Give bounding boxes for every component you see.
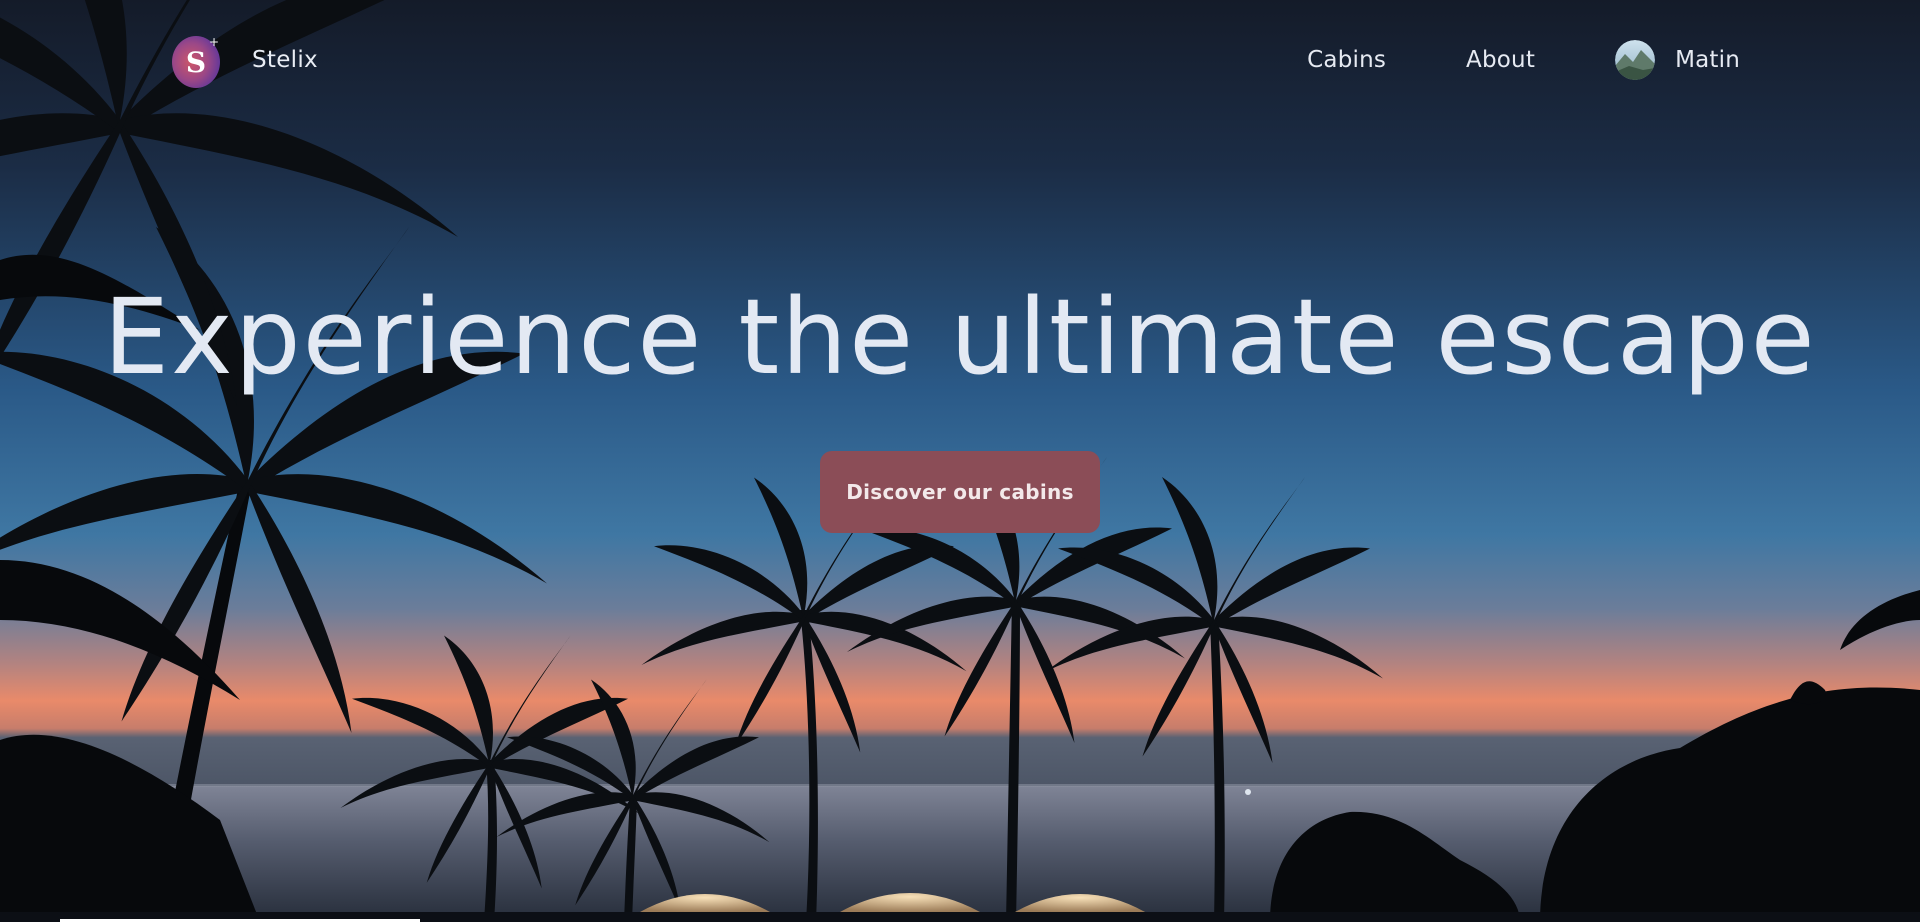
user-avatar <box>1615 40 1656 80</box>
hero-headline: Experience the ultimate escape <box>103 276 1817 398</box>
site-header: S + Stelix Cabins About Matin <box>0 0 1920 120</box>
discover-cabins-button[interactable]: Discover our cabins <box>820 451 1100 533</box>
stelix-logo-icon: S + <box>172 35 220 88</box>
logo-letter: S <box>186 46 206 79</box>
nav-link-cabins[interactable]: Cabins <box>1307 47 1386 73</box>
main-nav: Cabins About Matin <box>1307 40 1740 80</box>
svg-text:+: + <box>209 35 219 49</box>
nav-link-about[interactable]: About <box>1466 47 1535 73</box>
nav-link-profile[interactable]: Matin <box>1615 40 1740 80</box>
profile-name: Matin <box>1675 47 1740 73</box>
brand-name: Stelix <box>252 47 318 73</box>
hero-section: S + Stelix Cabins About Matin Experience… <box>0 0 1920 922</box>
brand-logo-link[interactable]: S + Stelix <box>170 30 318 90</box>
